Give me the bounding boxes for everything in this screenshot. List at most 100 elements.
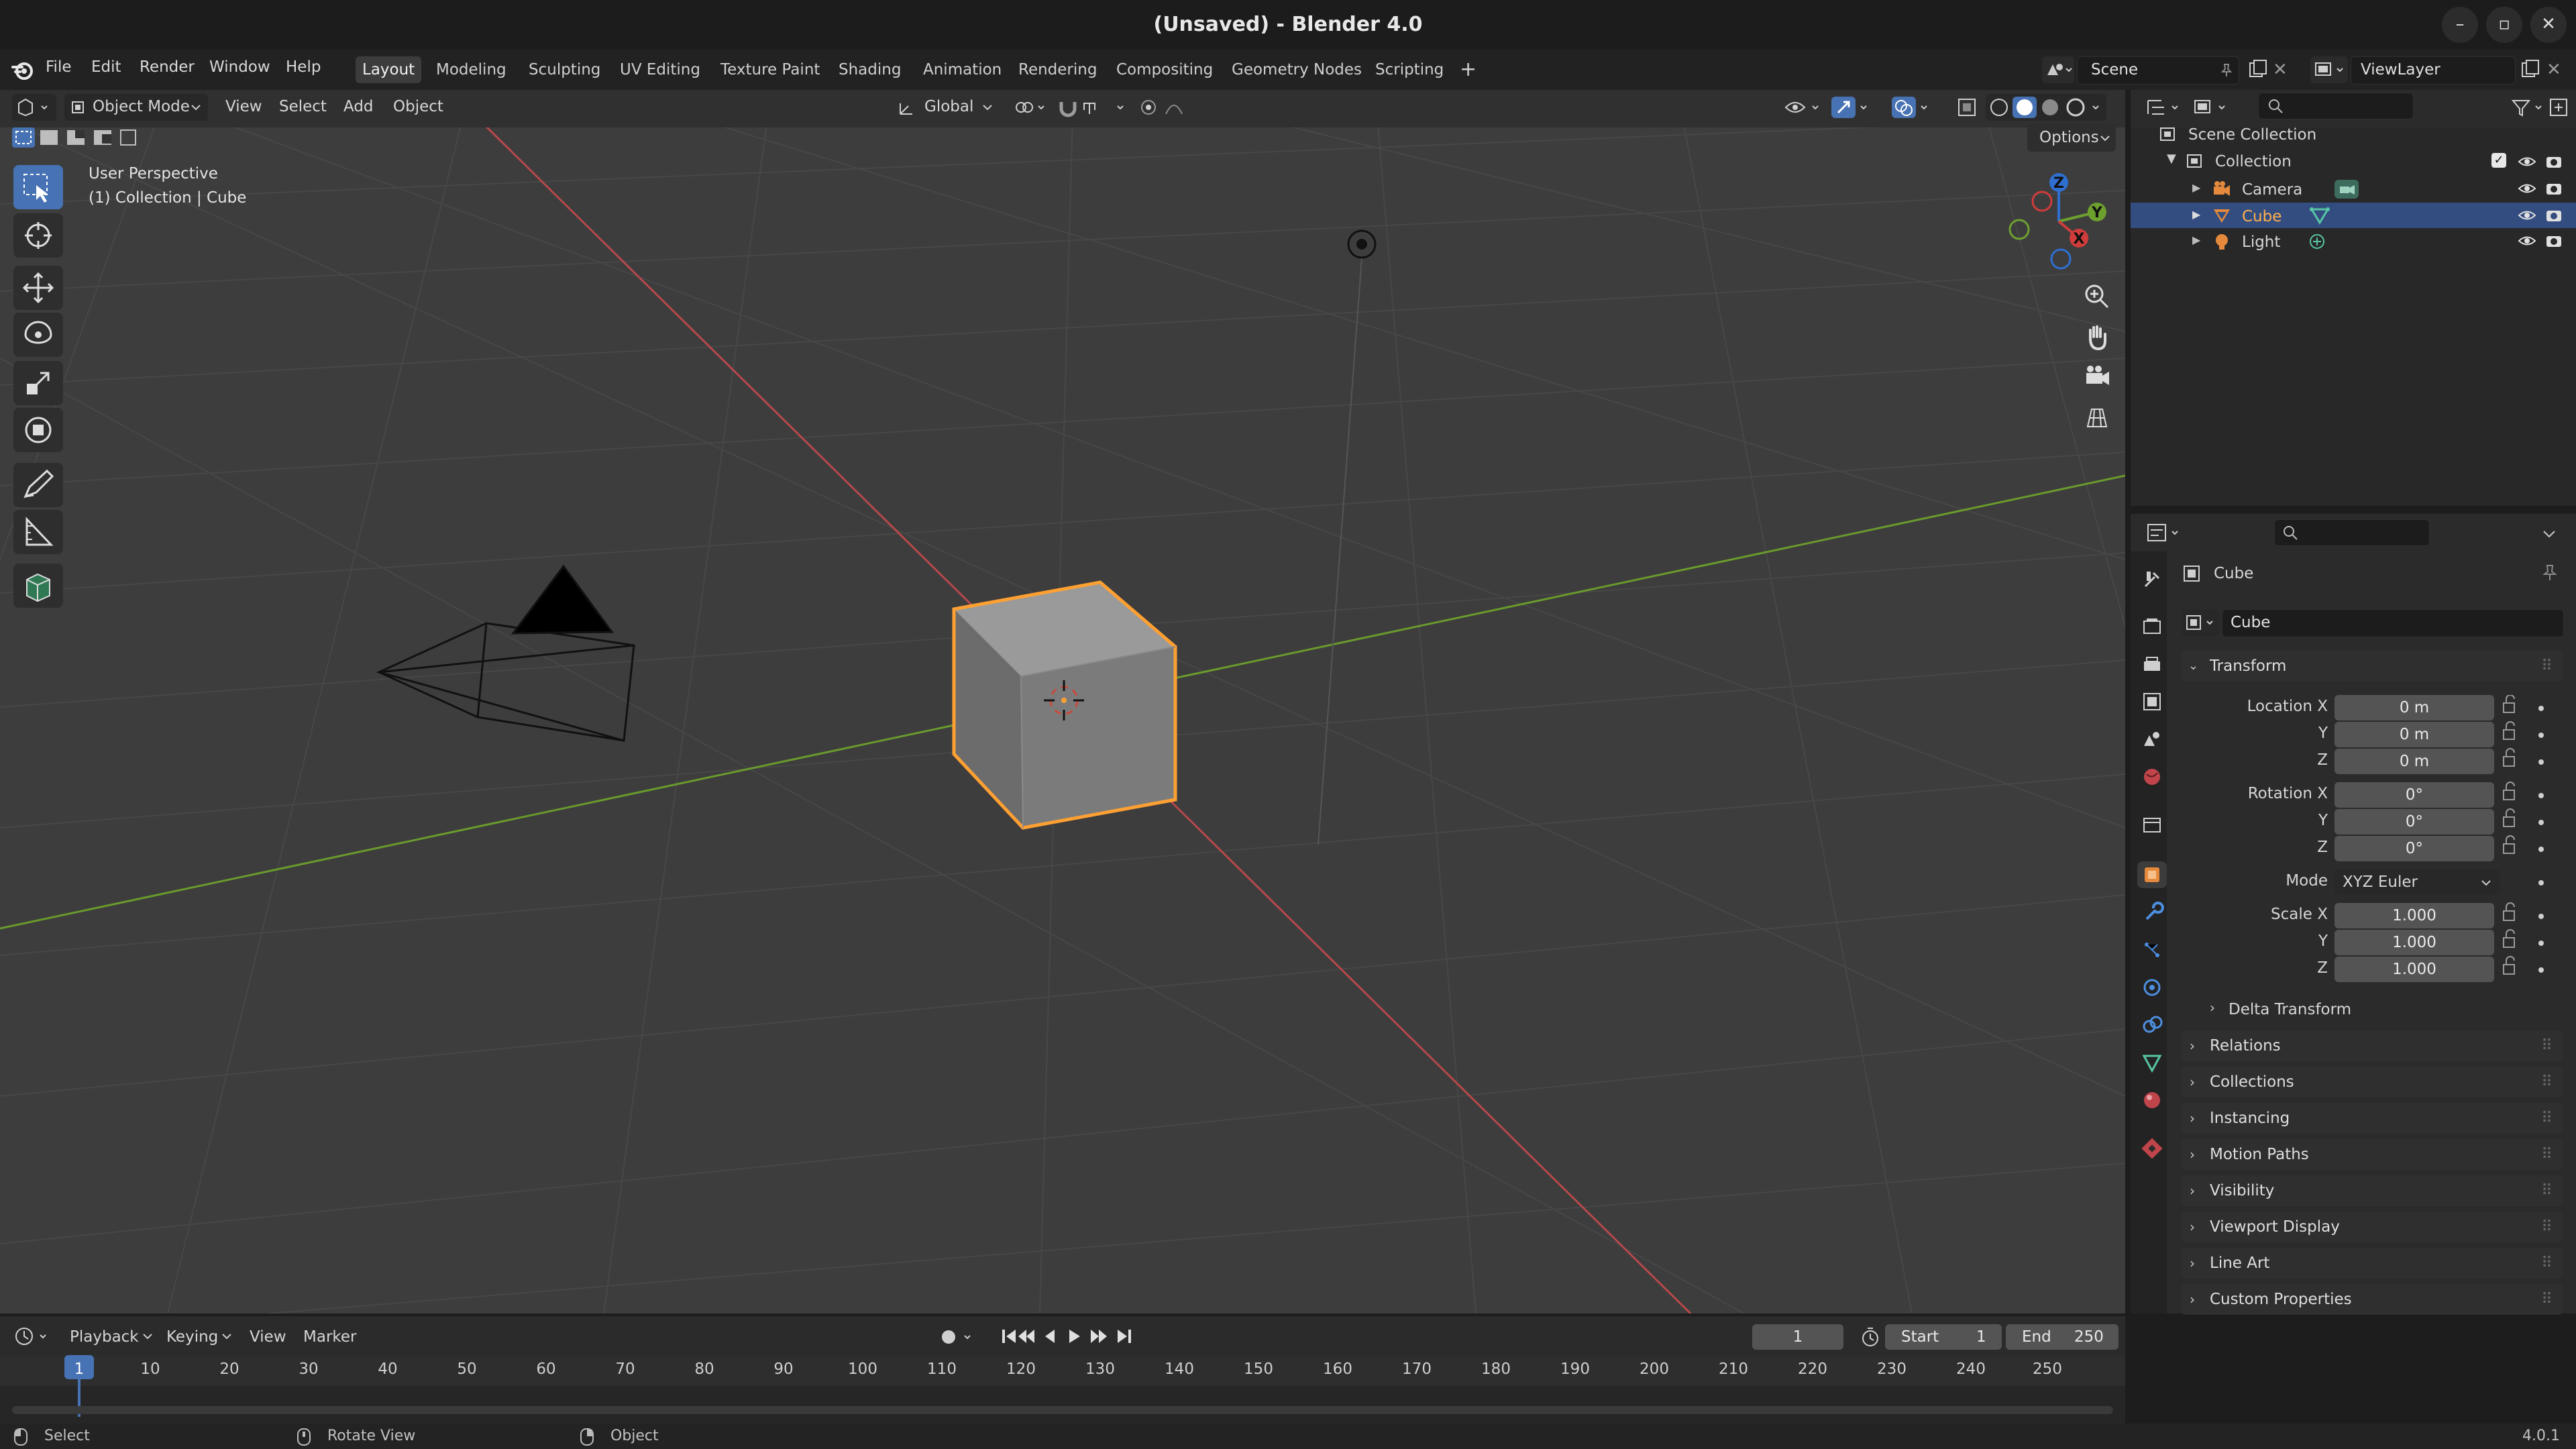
viewport-display-panel-header[interactable]: › Viewport Display ⠿ [2182, 1212, 2563, 1242]
menu-edit[interactable]: Edit [91, 50, 121, 85]
minimize-button[interactable]: – [2442, 7, 2478, 43]
mode-dropdown[interactable]: Object Mode [64, 94, 208, 121]
navigation-gizmo[interactable]: Z Y X [2002, 168, 2116, 275]
line-art-panel-header[interactable]: › Line Art ⠿ [2182, 1248, 2563, 1279]
timeline-menu-marker[interactable]: Marker [303, 1328, 357, 1346]
drag-handle-icon[interactable]: ⠿ [2541, 1030, 2553, 1061]
tab-compositing[interactable]: Compositing [1110, 56, 1220, 83]
rotation-x-field[interactable]: 0° [2334, 782, 2494, 808]
transform-orientation-dropdown[interactable]: Global [895, 94, 1002, 121]
new-scene-button[interactable] [2245, 56, 2271, 83]
scene-name-field[interactable]: Scene [2077, 56, 2239, 85]
custom-properties-panel-header[interactable]: › Custom Properties ⠿ [2182, 1284, 2563, 1315]
drag-handle-icon[interactable]: ⠿ [2541, 1139, 2553, 1170]
start-frame-field[interactable]: Start 1 [1885, 1324, 2002, 1350]
material-tab[interactable] [2139, 1087, 2165, 1114]
perspective-toggle-button[interactable] [2078, 398, 2116, 436]
rotation-y-field[interactable]: 0° [2334, 809, 2494, 835]
view-layer-tab[interactable] [2139, 688, 2165, 715]
physics-tab[interactable] [2139, 974, 2165, 1001]
drag-handle-icon[interactable]: ⠿ [2541, 1284, 2553, 1315]
overlays-toggle[interactable] [1890, 94, 1935, 121]
collapse-icon[interactable]: ▼ [2167, 152, 2176, 166]
eye-icon[interactable] [2517, 232, 2537, 250]
particles-tab[interactable] [2139, 936, 2165, 963]
playback-controls[interactable] [997, 1322, 1158, 1351]
menu-window[interactable]: Window [209, 50, 270, 85]
object-browse-button[interactable] [2182, 609, 2219, 636]
world-tab[interactable] [2139, 763, 2165, 790]
scale-x-field[interactable]: 1.000 [2334, 903, 2494, 928]
tool-tab[interactable] [2139, 566, 2165, 593]
camera-view-button[interactable] [2078, 358, 2116, 396]
eye-icon[interactable] [2517, 207, 2537, 224]
outliner-search-input[interactable] [2258, 93, 2414, 119]
chevron-down-icon[interactable] [2541, 526, 2557, 542]
gizmo-toggle[interactable] [1830, 94, 1874, 121]
outliner-row-camera[interactable]: ▶ Camera [2131, 177, 2576, 201]
drag-handle-icon[interactable]: ⠿ [2541, 1248, 2553, 1279]
exclude-checkbox[interactable]: ✓ [2491, 153, 2506, 168]
tab-rendering[interactable]: Rendering [1012, 56, 1104, 83]
tab-modeling[interactable]: Modeling [429, 56, 513, 83]
constraints-tab[interactable] [2139, 1012, 2165, 1038]
collection-tab[interactable] [2139, 812, 2165, 839]
scale-z-field[interactable]: 1.000 [2334, 957, 2494, 982]
outliner-filter-button[interactable] [2509, 94, 2549, 121]
drag-handle-icon[interactable]: ⠿ [2541, 1103, 2553, 1134]
zoom-button[interactable] [2078, 278, 2116, 315]
render-camera-icon[interactable] [2544, 207, 2564, 224]
menu-file[interactable]: File [46, 50, 72, 85]
render-camera-icon[interactable] [2544, 232, 2564, 250]
render-camera-icon[interactable] [2544, 153, 2564, 170]
rotation-z-field[interactable]: 0° [2334, 836, 2494, 861]
pin-icon[interactable] [2218, 62, 2235, 78]
blender-logo-icon[interactable] [11, 58, 35, 82]
object-tab[interactable] [2137, 861, 2167, 888]
drag-handle-icon[interactable]: ⠿ [2541, 1067, 2553, 1097]
viewport-menu-view[interactable]: View [225, 98, 262, 115]
tab-sculpting[interactable]: Sculpting [522, 56, 607, 83]
eye-icon[interactable] [2517, 180, 2537, 197]
texture-tab[interactable] [2139, 1135, 2165, 1162]
drag-handle-icon[interactable]: ⠿ [2541, 1212, 2553, 1242]
new-collection-button[interactable] [2546, 94, 2573, 121]
outliner-row-cube[interactable]: ▶ Cube [2131, 203, 2576, 228]
use-preview-range-toggle[interactable] [1858, 1324, 1882, 1350]
auto-keying-toggle[interactable] [935, 1324, 979, 1350]
lock-and-keyframe-icons[interactable] [2500, 695, 2564, 983]
shading-mode-buttons[interactable] [1986, 94, 2106, 121]
output-tab[interactable] [2139, 652, 2165, 679]
view-layer-field[interactable]: ViewLayer [2351, 56, 2516, 85]
add-workspace-button[interactable]: + [1453, 56, 1483, 83]
3d-viewport[interactable] [0, 90, 2125, 1313]
expand-icon[interactable]: ▶ [2192, 208, 2200, 221]
tab-texture-paint[interactable]: Texture Paint [714, 56, 826, 83]
viewport-menu-select[interactable]: Select [279, 98, 327, 115]
render-camera-icon[interactable] [2544, 180, 2564, 197]
editor-type-button[interactable] [12, 94, 56, 121]
xray-toggle[interactable] [1953, 94, 1980, 121]
relations-panel-header[interactable]: › Relations ⠿ [2182, 1030, 2563, 1061]
drag-handle-icon[interactable]: ⠿ [2541, 1175, 2553, 1206]
timeline-editor-type-button[interactable] [12, 1323, 54, 1350]
timeline-scrollbar[interactable] [12, 1406, 2113, 1414]
scale-y-field[interactable]: 1.000 [2334, 930, 2494, 955]
motion-paths-panel-header[interactable]: › Motion Paths ⠿ [2182, 1139, 2563, 1170]
location-x-field[interactable]: 0 m [2334, 695, 2494, 720]
tab-shading[interactable]: Shading [832, 56, 908, 83]
visibility-panel-header[interactable]: › Visibility ⠿ [2182, 1175, 2563, 1206]
delete-view-layer-button[interactable]: ✕ [2546, 56, 2571, 83]
properties-editor-type-button[interactable] [2144, 519, 2186, 546]
tab-animation[interactable]: Animation [916, 56, 1008, 83]
properties-search-input[interactable] [2274, 519, 2430, 546]
location-y-field[interactable]: 0 m [2334, 722, 2494, 747]
location-z-field[interactable]: 0 m [2334, 749, 2494, 774]
timeline-menu-keying[interactable]: Keying [166, 1328, 218, 1346]
tab-scripting[interactable]: Scripting [1368, 56, 1450, 83]
current-frame-field[interactable]: 1 [1752, 1324, 1843, 1350]
new-view-layer-button[interactable] [2517, 56, 2544, 83]
menu-render[interactable]: Render [140, 50, 195, 85]
delta-transform-panel-header[interactable]: › Delta Transform [2200, 996, 2563, 1024]
tab-geometry-nodes[interactable]: Geometry Nodes [1225, 56, 1368, 83]
